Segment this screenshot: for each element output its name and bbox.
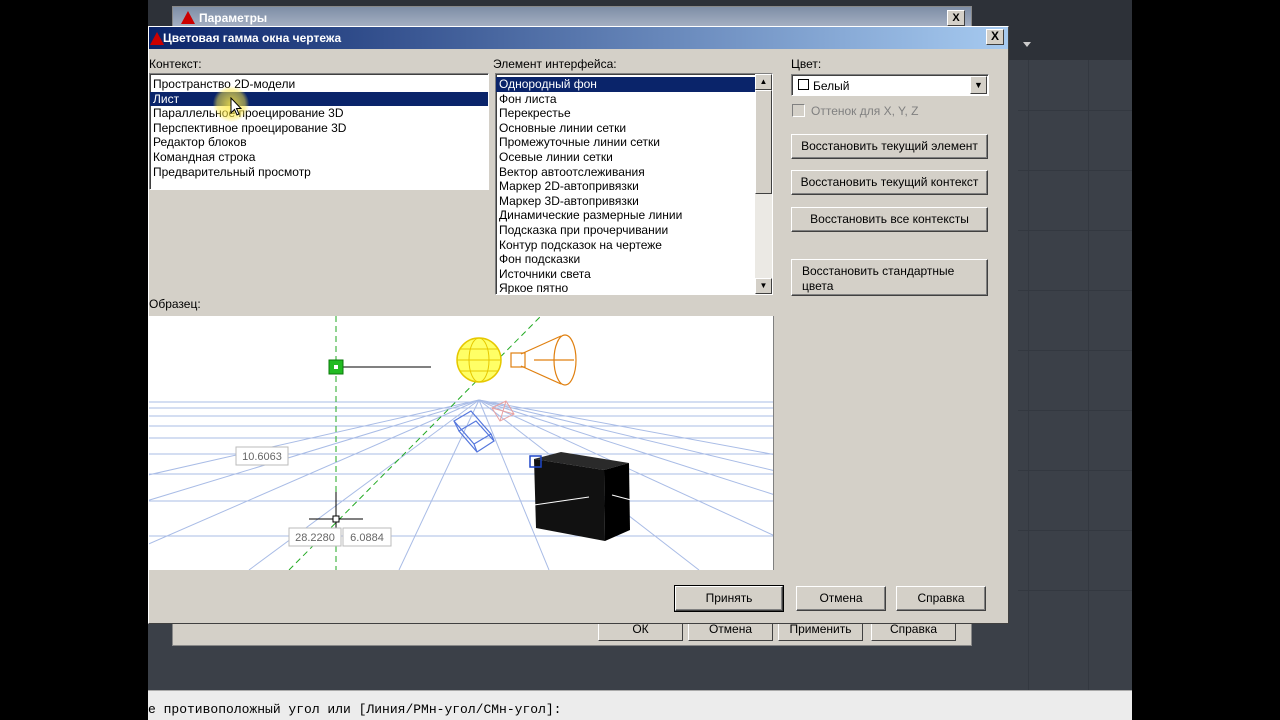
restore-classic-colors-button[interactable]: Восстановить стандартные цвета — [791, 259, 988, 296]
list-item[interactable]: Вектор автоотслеживания — [496, 165, 755, 180]
autocad-logo-icon — [150, 32, 164, 45]
letterbox-left — [0, 0, 148, 720]
list-item[interactable]: Подсказка при прочерчивании — [496, 223, 755, 238]
dialog-close-button[interactable]: X — [986, 29, 1004, 45]
list-item[interactable]: Фон подсказки — [496, 252, 755, 267]
dialog-title: Цветовая гамма окна чертежа — [163, 31, 342, 45]
interface-element-label: Элемент интерфейса: — [493, 57, 617, 71]
scroll-down-icon[interactable]: ▼ — [755, 278, 772, 294]
dropdown-arrow-icon[interactable] — [1023, 42, 1031, 47]
color-select[interactable]: Белый ▼ — [791, 74, 989, 96]
accept-button[interactable]: Принять — [674, 585, 784, 612]
list-item[interactable]: Динамические размерные линии — [496, 208, 755, 223]
grid-line — [1018, 470, 1132, 471]
grip-marker-center — [334, 365, 338, 369]
options-close-button[interactable]: X — [947, 10, 965, 26]
light-globe-icon — [456, 337, 502, 383]
tint-label: Оттенок для X, Y, Z — [811, 104, 919, 118]
mouse-pointer-icon — [230, 97, 242, 116]
grid-line — [1028, 60, 1029, 690]
color-swatch — [798, 79, 809, 90]
command-line-text: е противоположный угол или [Линия/РМн-уг… — [148, 702, 562, 717]
cancel-button[interactable]: Отмена — [796, 586, 886, 611]
grid-line — [1018, 230, 1132, 231]
grid-line — [1018, 410, 1132, 411]
list-item[interactable]: Параллельное проецирование 3D — [150, 106, 488, 121]
list-item[interactable]: Однородный фон — [496, 77, 755, 92]
command-line[interactable]: е противоположный угол или [Линия/РМн-уг… — [148, 690, 1132, 720]
preview-scene: 10.6063 28.2280 6.0884 — [149, 316, 773, 570]
help-button[interactable]: Справка — [896, 586, 986, 611]
tint-checkbox[interactable] — [792, 104, 805, 117]
spotlight-icon — [510, 334, 577, 386]
list-item[interactable]: Командная строка — [150, 150, 488, 165]
list-item[interactable]: Осевые линии сетки — [496, 150, 755, 165]
list-item[interactable]: Основные линии сетки — [496, 121, 755, 136]
list-item[interactable]: Маркер 2D-автопривязки — [496, 179, 755, 194]
list-item[interactable]: Перспективное проецирование 3D — [150, 121, 488, 136]
grid-line — [1018, 110, 1132, 111]
letterbox-right — [1132, 0, 1280, 720]
list-item[interactable]: Промежуточные линии сетки — [496, 135, 755, 150]
preview-label: Образец: — [149, 297, 201, 311]
options-window-title: Параметры — [199, 11, 268, 25]
list-item[interactable]: Предварительный просмотр — [150, 165, 488, 180]
list-item[interactable]: Контур подсказок на чертеже — [496, 238, 755, 253]
list-item[interactable]: Фон листа — [496, 92, 755, 107]
list-item[interactable]: Лист — [150, 91, 488, 107]
interface-element-listbox[interactable]: Однородный фон Фон листа Перекрестье Осн… — [495, 73, 773, 295]
grid-line — [1018, 590, 1132, 591]
grid-line — [1018, 290, 1132, 291]
restore-context-button[interactable]: Восстановить текущий контекст — [791, 170, 988, 195]
grid-line — [1018, 170, 1132, 171]
list-item[interactable]: Перекрестье — [496, 106, 755, 121]
list-item[interactable]: Яркое пятно — [496, 281, 755, 294]
perspective-grid — [149, 399, 773, 570]
restore-all-contexts-button[interactable]: Восстановить все контексты — [791, 207, 988, 232]
list-item[interactable]: Маркер 3D-автопривязки — [496, 194, 755, 209]
autocad-logo-icon — [181, 11, 195, 24]
drawing-window-colors-dialog: Цветовая гамма окна чертежа X Контекст: … — [148, 26, 1009, 624]
dimension-value: 28.2280 — [295, 532, 335, 544]
color-label: Цвет: — [791, 57, 822, 71]
restore-element-button[interactable]: Восстановить текущий элемент — [791, 134, 988, 159]
color-select-value: Белый — [813, 79, 850, 93]
camera-icon — [453, 410, 495, 453]
grid-line — [1088, 60, 1089, 690]
context-label: Контекст: — [149, 57, 202, 71]
dialog-titlebar: Цветовая гамма окна чертежа — [149, 27, 1008, 49]
scroll-thumb[interactable] — [755, 90, 772, 194]
dimension-value: 6.0884 — [350, 532, 384, 544]
grid-line — [1018, 530, 1132, 531]
dimension-value: 10.6063 — [242, 451, 282, 463]
list-item[interactable]: Редактор блоков — [150, 135, 488, 150]
chevron-down-icon[interactable]: ▼ — [970, 76, 987, 94]
list-item[interactable]: Пространство 2D-модели — [150, 77, 488, 92]
context-listbox[interactable]: Пространство 2D-модели Лист Параллельное… — [149, 73, 489, 190]
black-cube — [533, 452, 632, 541]
grid-line — [1018, 350, 1132, 351]
list-item[interactable]: Источники света — [496, 267, 755, 282]
scroll-up-icon[interactable]: ▲ — [755, 74, 772, 90]
interface-element-scrollbar[interactable]: ▲ ▼ — [755, 74, 772, 294]
preview-canvas: 10.6063 28.2280 6.0884 — [149, 316, 774, 570]
